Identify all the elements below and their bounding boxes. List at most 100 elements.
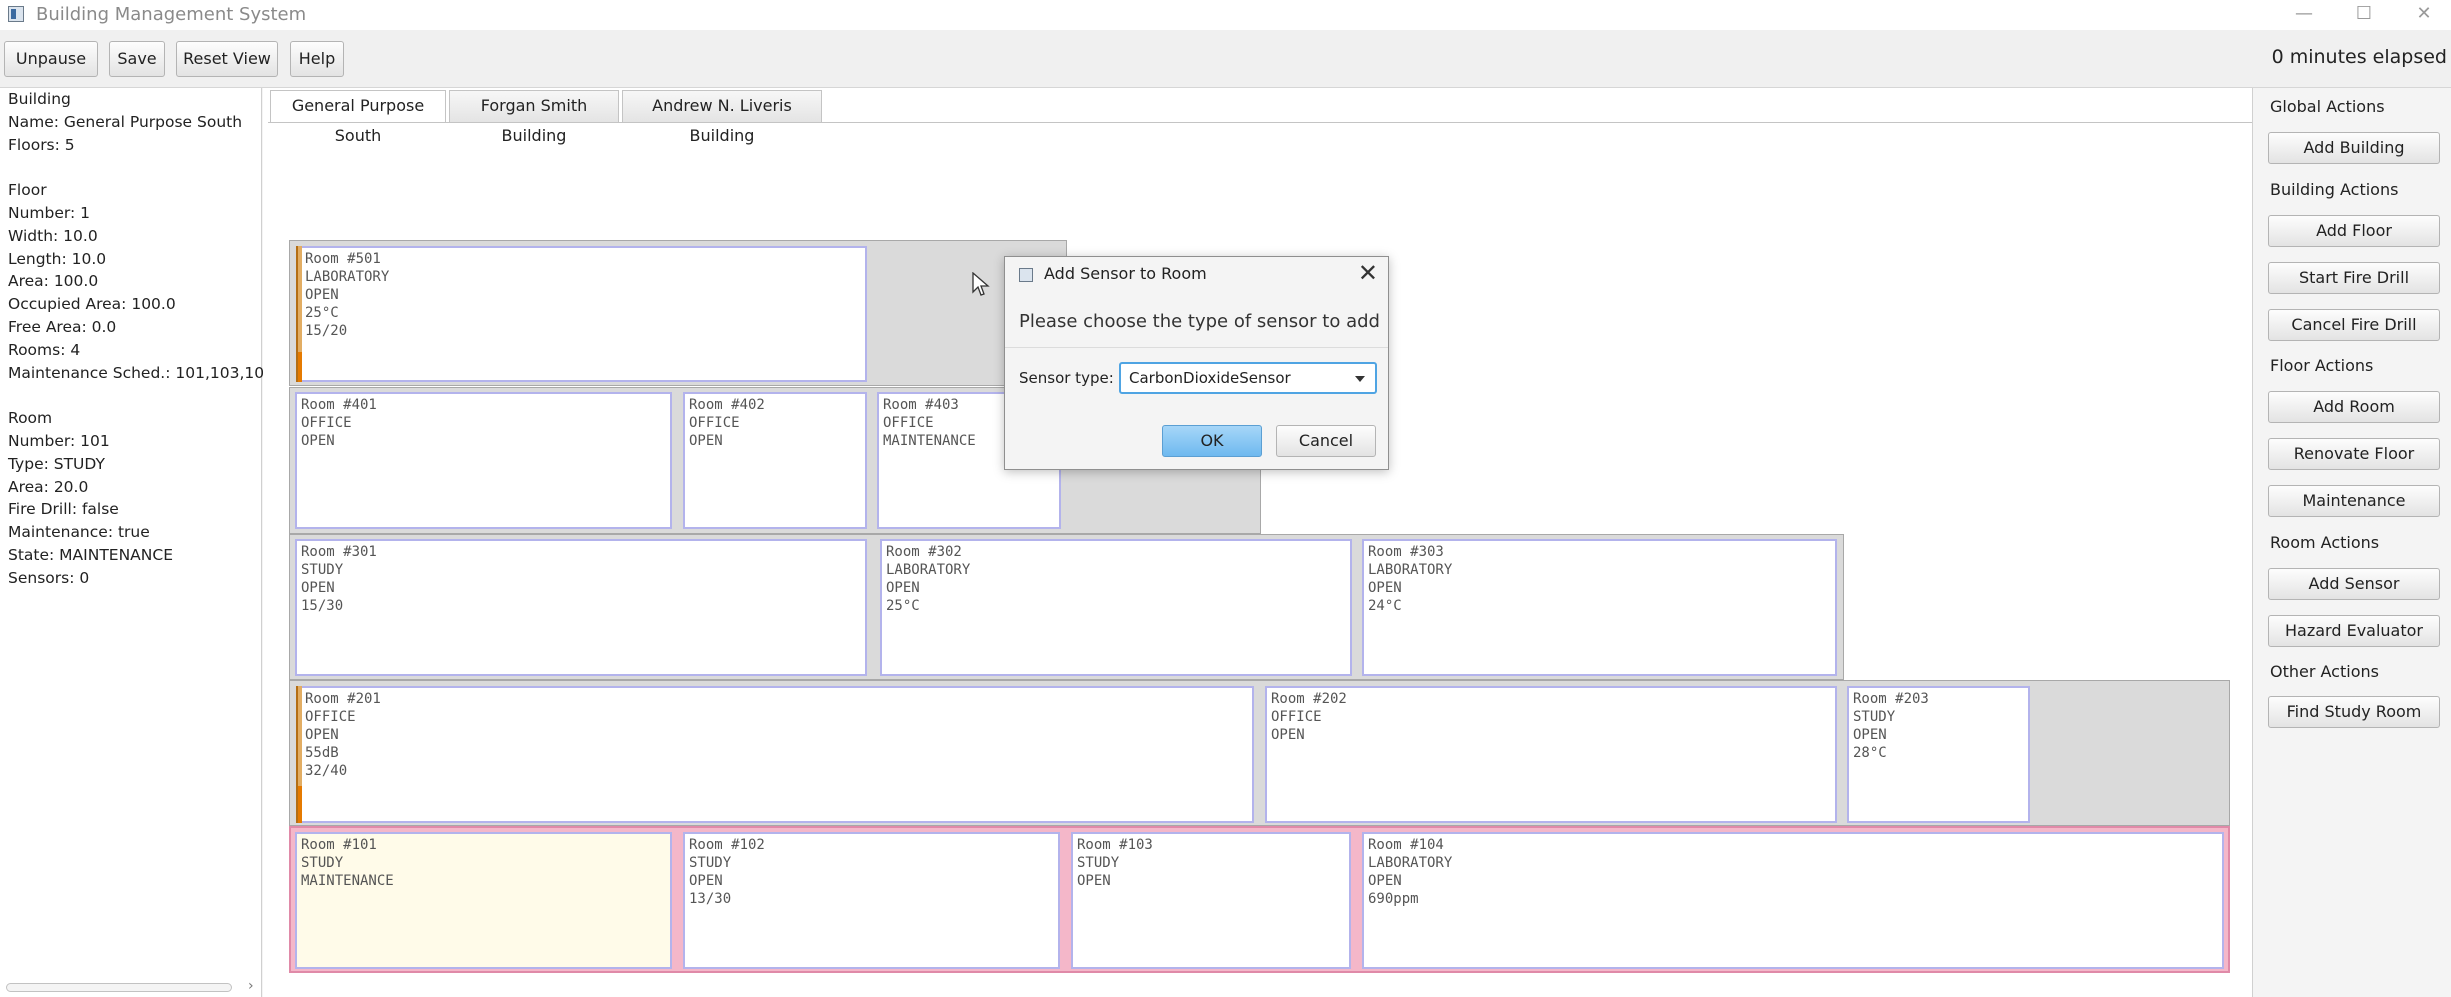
dialog-title: Add Sensor to Room [1044,264,1207,283]
room-104[interactable]: Room #104 LABORATORY OPEN 690ppm [1362,832,2224,969]
room-detail: OFFICE [689,415,740,431]
room-detail: OPEN [1368,580,1402,596]
room-detail: 15/20 [305,323,348,339]
room-detail: OPEN [1368,873,1402,889]
add-floor-button[interactable]: Add Floor [2268,215,2440,247]
top-toolbar [0,30,2451,88]
room-detail: 24°C [1368,598,1402,614]
room-detail: STUDY [1077,855,1120,871]
scroll-right-icon[interactable]: › [248,978,254,994]
room-detail: STUDY [301,562,344,578]
room-detail: OPEN [1077,873,1111,889]
start-fire-drill-button[interactable]: Start Fire Drill [2268,262,2440,294]
occupancy-fill [298,786,302,823]
dialog-divider [1005,347,1388,348]
room-number: Room #203 [1853,691,1929,707]
add-building-button[interactable]: Add Building [2268,132,2440,164]
room-detail: OPEN [301,580,335,596]
info-line: Room [8,409,53,428]
room-201[interactable]: Room #201 OFFICE OPEN 55dB 32/40 [299,686,1254,823]
hazard-evaluator-button[interactable]: Hazard Evaluator [2268,615,2440,647]
room-detail: OPEN [301,433,335,449]
renovate-floor-button[interactable]: Renovate Floor [2268,438,2440,470]
room-202[interactable]: Room #202 OFFICE OPEN [1265,686,1837,823]
ok-button[interactable]: OK [1162,425,1262,457]
room-103[interactable]: Room #103 STUDY OPEN [1071,832,1351,969]
find-study-room-button[interactable]: Find Study Room [2268,696,2440,728]
help-button[interactable]: Help [290,41,344,77]
horizontal-scrollbar[interactable] [6,983,232,992]
room-302[interactable]: Room #302 LABORATORY OPEN 25°C [880,539,1352,676]
info-line: Width: 10.0 [8,226,98,245]
global-actions-header: Global Actions [2270,97,2385,116]
app-icon [8,6,24,22]
reset-view-button[interactable]: Reset View [176,41,278,77]
title-bar: Building Management System — ☐ ✕ [0,0,2451,30]
room-402[interactable]: Room #402 OFFICE OPEN [683,392,867,529]
building-actions-header: Building Actions [2270,180,2399,199]
cancel-button[interactable]: Cancel [1276,425,1376,457]
room-number: Room #402 [689,397,765,413]
room-401[interactable]: Room #401 OFFICE OPEN [295,392,672,529]
save-button[interactable]: Save [109,41,165,77]
room-detail: 25°C [305,305,339,321]
unpause-button[interactable]: Unpause [4,41,98,77]
sensor-type-label: Sensor type: [1019,369,1114,387]
minimize-icon[interactable]: — [2274,0,2334,30]
info-line: Number: 1 [8,204,91,222]
room-detail: OPEN [1271,727,1305,743]
info-line: Rooms: 4 [8,340,81,359]
room-detail: STUDY [689,855,732,871]
room-detail: STUDY [1853,709,1896,725]
tab-forgan-smith-building[interactable]: Forgan Smith Building [449,90,619,145]
room-203[interactable]: Room #203 STUDY OPEN 28°C [1847,686,2030,823]
close-icon[interactable]: ✕ [1358,259,1378,287]
room-detail: 25°C [886,598,920,614]
room-number: Room #101 [301,837,377,853]
window-title: Building Management System [36,4,307,25]
room-detail: OPEN [1853,727,1887,743]
info-line: Length: 10.0 [8,249,107,268]
chevron-down-icon [1355,376,1365,382]
info-line: Type: STUDY [8,454,105,473]
info-line: Floor [8,181,47,200]
room-detail: OPEN [886,580,920,596]
room-detail: OPEN [689,433,723,449]
add-room-button[interactable]: Add Room [2268,391,2440,423]
add-sensor-button[interactable]: Add Sensor [2268,568,2440,600]
info-line: Maintenance Sched.: 101,103,102,10 [8,363,299,382]
info-line: State: MAINTENANCE [8,546,173,564]
maintenance-button[interactable]: Maintenance [2268,485,2440,517]
info-line: Floors: 5 [8,135,75,154]
tab-andrew-n-liveris-building[interactable]: Andrew N. Liveris Building [622,90,822,145]
room-102[interactable]: Room #102 STUDY OPEN 13/30 [683,832,1060,969]
other-actions-header: Other Actions [2270,662,2379,681]
room-501[interactable]: Room #501 LABORATORY OPEN 25°C 15/20 [299,246,867,382]
room-actions-header: Room Actions [2270,533,2380,552]
dialog-app-icon [1019,268,1033,282]
room-number: Room #104 [1368,837,1444,853]
room-detail: OPEN [689,873,723,889]
mouse-cursor-icon [972,272,990,296]
room-detail: LABORATORY [1368,855,1453,871]
room-detail: 28°C [1853,745,1887,761]
dialog-message: Please choose the type of sensor to add [1019,311,1380,332]
info-panel [0,88,262,997]
room-101[interactable]: Room #101 STUDY MAINTENANCE [295,832,672,969]
info-line: Maintenance: true [8,523,150,542]
room-303[interactable]: Room #303 LABORATORY OPEN 24°C [1362,539,1837,676]
maximize-icon[interactable]: ☐ [2334,0,2394,30]
info-line: Occupied Area: 100.0 [8,295,176,314]
room-201-occupancy-bar [296,686,302,823]
sensor-type-select[interactable]: CarbonDioxideSensor [1119,362,1377,394]
room-detail: OPEN [305,287,339,303]
room-number: Room #102 [689,837,765,853]
room-number: Room #501 [305,251,381,267]
cancel-fire-drill-button[interactable]: Cancel Fire Drill [2268,309,2440,341]
tab-general-purpose-south[interactable]: General Purpose South [270,90,446,145]
room-301[interactable]: Room #301 STUDY OPEN 15/30 [295,539,867,676]
room-number: Room #302 [886,544,962,560]
room-detail: LABORATORY [886,562,971,578]
occupancy-fill [298,352,302,382]
close-window-icon[interactable]: ✕ [2394,0,2451,30]
